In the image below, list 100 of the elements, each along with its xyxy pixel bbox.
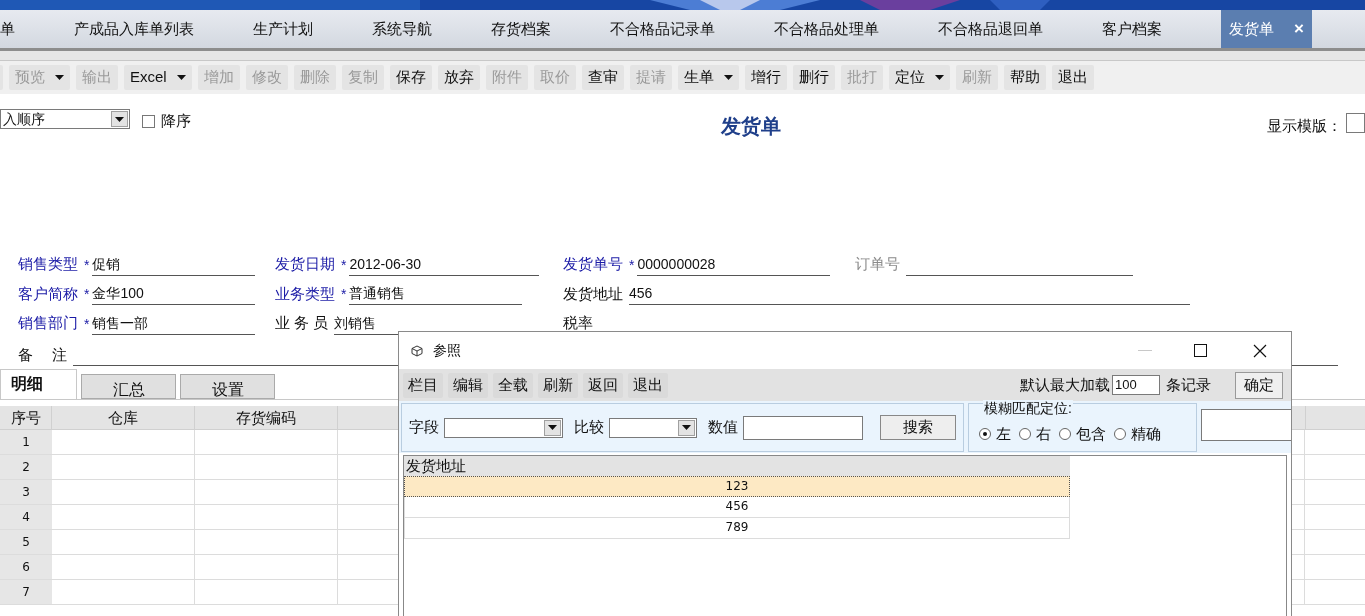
toolbar-button[interactable]: 定位 <box>888 65 950 90</box>
field-label: 业务类型 <box>275 283 336 304</box>
radio-label: 精确 <box>1131 423 1161 444</box>
template-select[interactable] <box>1345 113 1365 133</box>
tab[interactable]: 存货档案 <box>491 10 551 48</box>
toolbar-button[interactable]: Excel <box>124 65 192 90</box>
column-header: 发货地址 <box>404 456 1070 476</box>
field-label: 税率 <box>563 313 594 333</box>
toolbar-button[interactable]: 全载 <box>493 372 533 398</box>
dropdown-arrow-icon <box>723 75 733 80</box>
ok-button[interactable]: 确定 <box>1235 371 1283 399</box>
toolbar-button[interactable]: 栏目 <box>403 372 443 398</box>
toolbar-button[interactable]: 退出 <box>1051 65 1094 90</box>
row-number: 1 <box>0 430 52 454</box>
row-number: 7 <box>0 580 52 604</box>
input-field[interactable]: 2012-06-30 <box>349 253 540 276</box>
tab[interactable]: 不合格品记录单 <box>610 10 715 48</box>
column-header: 序号 <box>0 406 52 429</box>
grid-row[interactable]: 789 <box>404 518 1070 539</box>
dropdown-arrow-icon <box>682 425 691 430</box>
dropdown-arrow-icon <box>548 425 557 430</box>
input-field[interactable]: 销售一部 <box>92 312 256 335</box>
close-icon[interactable] <box>1253 343 1267 358</box>
required-mark: * <box>629 255 636 275</box>
toolbar-button[interactable]: 保存 <box>389 65 432 90</box>
tab[interactable]: 不合格品退回单 <box>938 10 1043 48</box>
maximize-icon[interactable] <box>1194 344 1207 357</box>
toolbar-button[interactable]: 退出 <box>628 372 668 398</box>
radio-button[interactable] <box>1019 427 1031 440</box>
search-button[interactable]: 搜索 <box>880 415 956 440</box>
field-label: 销售部门 <box>18 313 79 333</box>
radio-label: 包含 <box>1076 423 1106 444</box>
radio-button[interactable] <box>1114 427 1126 440</box>
required-mark: * <box>341 285 348 304</box>
tab[interactable]: 设置 <box>180 374 275 399</box>
max-load-label: 默认最大加载 <box>1020 374 1110 395</box>
field-label: 业 务 员 <box>275 313 330 333</box>
field-label: 销售类型 <box>18 254 79 274</box>
column-header: 存货编码 <box>195 406 338 429</box>
row-number: 3 <box>0 480 52 504</box>
unit-label: 条记录 <box>1166 374 1211 395</box>
field-label: 发货日期 <box>275 254 336 274</box>
toolbar-button[interactable]: 查审 <box>581 65 624 90</box>
field-label: 备 注 <box>18 344 69 365</box>
field-label: 发货单号 <box>563 254 624 274</box>
field-label: 字段 <box>409 417 439 438</box>
max-load-field[interactable]: 100 <box>1112 375 1160 395</box>
radio-label: 左 <box>996 423 1011 444</box>
input-field[interactable]: 0000000028 <box>637 253 831 276</box>
radio-button[interactable] <box>1059 427 1071 440</box>
toolbar-button[interactable]: 增行 <box>744 65 787 90</box>
dropdown-arrow-icon <box>934 75 944 80</box>
grid-row[interactable]: 456 <box>404 497 1070 518</box>
group-legend: 模糊匹配定位: <box>983 400 1073 416</box>
tab[interactable]: 客户档案 <box>1102 10 1162 48</box>
tab[interactable]: 生产计划 <box>253 10 313 48</box>
required-mark: * <box>84 285 91 304</box>
checkbox[interactable] <box>141 114 155 128</box>
toolbar-button[interactable]: 刷新 <box>538 372 578 398</box>
toolbar-button[interactable]: 放弃 <box>437 65 480 90</box>
row-number: 2 <box>0 455 52 479</box>
toolbar-button[interactable]: 帮助 <box>1003 65 1046 90</box>
row-number: 6 <box>0 555 52 579</box>
input-field[interactable]: 456 <box>629 283 1190 305</box>
value-label: 数值 <box>708 417 738 438</box>
input-field[interactable]: 金华100 <box>92 283 256 305</box>
tab[interactable]: 发货单 × <box>1221 10 1312 48</box>
checkbox-label: 降序 <box>160 111 191 131</box>
form-title: 发货单 <box>720 114 781 139</box>
grid-row[interactable]: 123 <box>404 476 1070 497</box>
required-mark: * <box>84 314 91 334</box>
row-number: 5 <box>0 530 52 554</box>
dropdown-arrow-icon <box>114 116 124 122</box>
tab[interactable]: 系统导航 <box>372 10 432 48</box>
radio-button[interactable] <box>979 427 991 440</box>
toolbar-button[interactable]: 删行 <box>792 65 835 90</box>
text-field[interactable] <box>1201 409 1291 441</box>
value-field[interactable] <box>743 415 863 440</box>
row-number: 4 <box>0 505 52 529</box>
input-field[interactable]: 普通销售 <box>349 283 523 305</box>
toolbar-button[interactable]: 返回 <box>583 372 623 398</box>
radio-label: 右 <box>1036 423 1051 444</box>
sort-select[interactable]: 入顺序 <box>0 109 130 129</box>
toolbar-button[interactable]: 编辑 <box>448 372 488 398</box>
dropdown-arrow-icon <box>176 75 186 80</box>
template-label: 显示模版： <box>1266 116 1342 136</box>
compare-select[interactable] <box>609 417 697 438</box>
cube-icon <box>411 344 423 357</box>
tab[interactable]: 明细 <box>0 369 77 399</box>
tab[interactable]: 单 <box>0 10 15 48</box>
toolbar-button[interactable]: 生单 <box>677 65 739 90</box>
field-label: 订单号 <box>855 254 901 274</box>
tab[interactable]: 不合格品处理单 <box>774 10 879 48</box>
compare-label: 比较 <box>574 417 604 438</box>
field-select[interactable] <box>444 417 563 438</box>
field-label: 发货地址 <box>563 283 624 304</box>
input-field[interactable]: 促销 <box>92 253 256 276</box>
tab[interactable]: 汇总 <box>81 374 176 399</box>
close-button[interactable]: × <box>1294 16 1304 42</box>
tab[interactable]: 产成品入库单列表 <box>74 10 194 48</box>
